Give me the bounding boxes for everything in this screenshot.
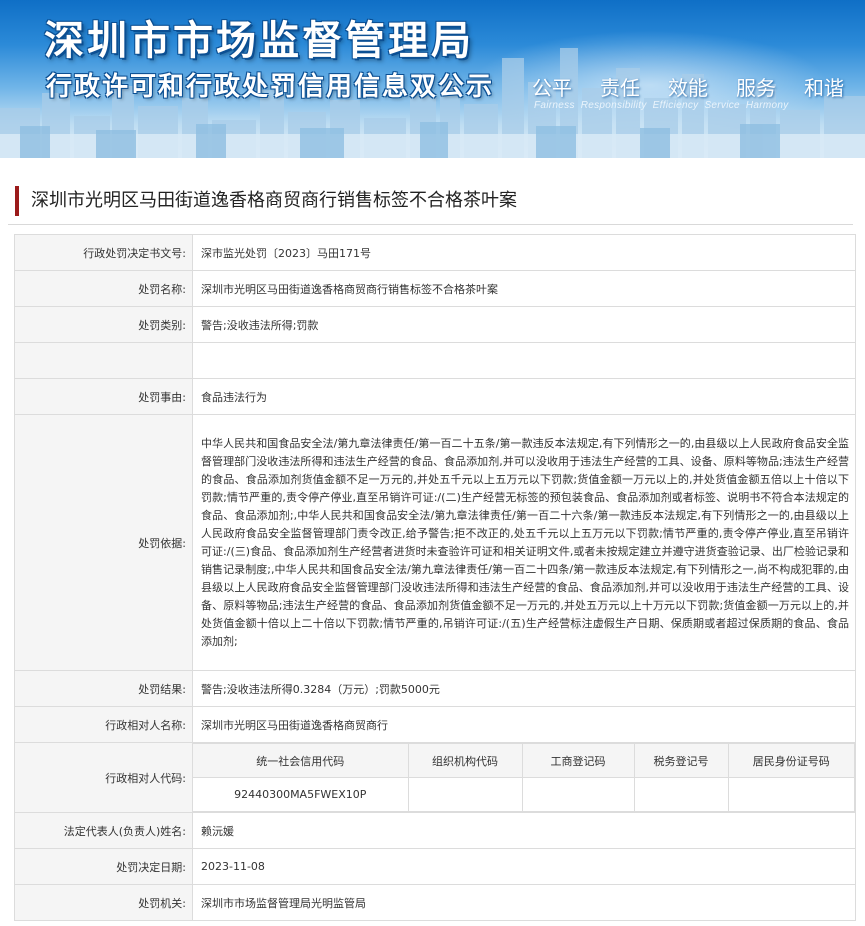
table-row (14, 342, 856, 379)
slogan-word: 效能 (668, 76, 708, 100)
slogan-word-en: Fairness (534, 100, 575, 111)
slogan-word: 和谐 (804, 76, 844, 100)
penalty-basis-value: 中华人民共和国食品安全法/第九章法律责任/第一百二十五条/第一款违反本法规定,有… (192, 414, 856, 671)
slogan-word-en: Harmony (745, 100, 789, 111)
slogan-word: 责任 (600, 76, 640, 100)
decision-date-value: 2023-11-08 (192, 848, 856, 885)
credit-code-header: 统一社会信用代码 (193, 743, 409, 778)
code-value-row: 92440300MA5FWEX10P (193, 777, 855, 812)
penalty-reason-label: 处罚事由: (14, 378, 193, 415)
id-number-header: 居民身份证号码 (727, 743, 855, 778)
slogan-word-en: Responsibility (580, 100, 647, 111)
penalty-name-value: 深圳市光明区马田街道逸香格商贸商行销售标签不合格茶叶案 (192, 270, 856, 307)
counterpart-code-label: 行政相对人代码: (14, 742, 193, 813)
counterpart-name-value: 深圳市光明区马田街道逸香格商贸商行 (192, 706, 856, 743)
penalty-basis-label: 处罚依据: (14, 414, 193, 671)
authority-value: 深圳市市场监督管理局光明监管局 (192, 884, 856, 921)
decision-no-value: 深市监光处罚〔2023〕马田171号 (192, 234, 856, 271)
site-title: 深圳市市场监督管理局 (44, 18, 474, 64)
slogan-english: Fairness Responsibility Efficiency Servi… (534, 100, 789, 111)
business-reg-header: 工商登记码 (521, 743, 635, 778)
site-subtitle: 行政许可和行政处罚信用信息双公示 (46, 72, 495, 102)
code-header-row: 统一社会信用代码 组织机构代码 工商登记码 税务登记号 居民身份证号码 (193, 743, 855, 778)
counterpart-code-table: 统一社会信用代码 组织机构代码 工商登记码 税务登记号 居民身份证号码 9244… (193, 743, 855, 812)
table-row: 行政相对人代码: 统一社会信用代码 组织机构代码 工商登记码 税务登记号 居民身… (14, 742, 856, 813)
slogan-chinese: 公平 责任 效能 服务 和谐 (532, 72, 844, 101)
slogan-word-en: Efficiency (652, 100, 699, 111)
table-row: 处罚机关: 深圳市市场监督管理局光明监管局 (14, 884, 856, 921)
penalty-name-label: 处罚名称: (14, 270, 193, 307)
table-row: 处罚依据: 中华人民共和国食品安全法/第九章法律责任/第一百二十五条/第一款违反… (14, 414, 856, 671)
penalty-category-value: 警告;没收违法所得;罚款 (192, 306, 856, 343)
table-row: 行政处罚决定书文号: 深市监光处罚〔2023〕马田171号 (14, 234, 856, 271)
counterpart-name-label: 行政相对人名称: (14, 706, 193, 743)
table-row: 处罚类别: 警告;没收违法所得;罚款 (14, 306, 856, 343)
decision-date-label: 处罚决定日期: (14, 848, 193, 885)
table-row: 处罚结果: 警告;没收违法所得0.3284（万元）;罚款5000元 (14, 670, 856, 707)
blank-value (192, 342, 856, 379)
main-content: 深圳市光明区马田街道逸香格商贸商行销售标签不合格茶叶案 行政处罚决定书文号: 深… (0, 166, 865, 921)
title-divider (8, 224, 853, 225)
legal-rep-value: 赖沅媛 (192, 812, 856, 849)
header-banner: 深圳市市场监督管理局 行政许可和行政处罚信用信息双公示 公平 责任 效能 服务 … (0, 0, 865, 158)
tax-reg-value (633, 777, 729, 812)
org-code-header: 组织机构代码 (407, 743, 523, 778)
penalty-category-label: 处罚类别: (14, 306, 193, 343)
credit-code-value: 92440300MA5FWEX10P (193, 777, 409, 812)
business-reg-value (521, 777, 635, 812)
case-title: 深圳市光明区马田街道逸香格商贸商行销售标签不合格茶叶案 (15, 186, 865, 216)
counterpart-code-cell: 统一社会信用代码 组织机构代码 工商登记码 税务登记号 居民身份证号码 9244… (192, 742, 856, 813)
org-code-value (407, 777, 523, 812)
id-number-value (727, 777, 855, 812)
authority-label: 处罚机关: (14, 884, 193, 921)
slogan-word: 服务 (736, 76, 776, 100)
table-row: 法定代表人(负责人)姓名: 赖沅媛 (14, 812, 856, 849)
legal-rep-label: 法定代表人(负责人)姓名: (14, 812, 193, 849)
slogan-word-en: Service (704, 100, 740, 111)
penalty-result-label: 处罚结果: (14, 670, 193, 707)
penalty-reason-value: 食品违法行为 (192, 378, 856, 415)
slogan-word: 公平 (532, 76, 572, 100)
decision-no-label: 行政处罚决定书文号: (14, 234, 193, 271)
blank-label (14, 342, 193, 379)
table-row: 处罚决定日期: 2023-11-08 (14, 848, 856, 885)
table-row: 行政相对人名称: 深圳市光明区马田街道逸香格商贸商行 (14, 706, 856, 743)
table-row: 处罚名称: 深圳市光明区马田街道逸香格商贸商行销售标签不合格茶叶案 (14, 270, 856, 307)
tax-reg-header: 税务登记号 (633, 743, 729, 778)
penalty-result-value: 警告;没收违法所得0.3284（万元）;罚款5000元 (192, 670, 856, 707)
penalty-info-table: 行政处罚决定书文号: 深市监光处罚〔2023〕马田171号 处罚名称: 深圳市光… (14, 234, 856, 921)
table-row: 处罚事由: 食品违法行为 (14, 378, 856, 415)
